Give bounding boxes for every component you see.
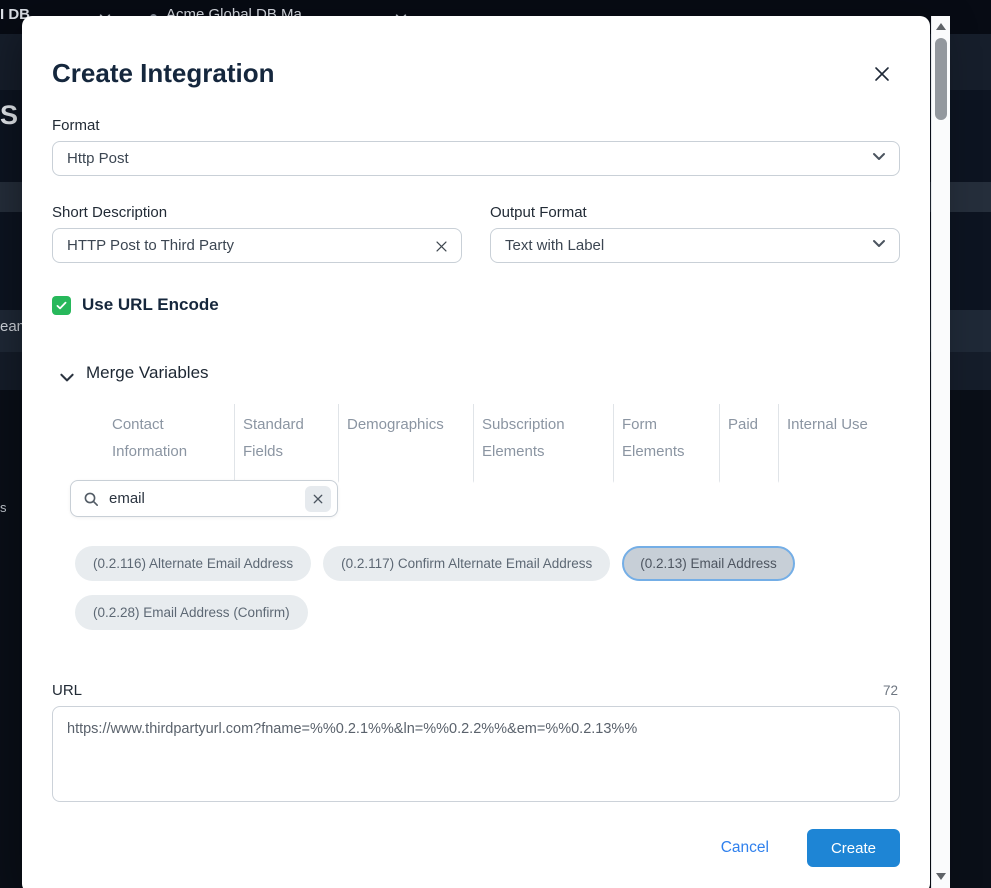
url-label: URL — [52, 682, 82, 699]
short-description-input[interactable] — [53, 237, 461, 254]
background-text-fragment: s — [0, 500, 7, 515]
chip-email-address-confirm[interactable]: (0.2.28) Email Address (Confirm) — [75, 595, 308, 630]
create-button[interactable]: Create — [807, 829, 900, 867]
scroll-down-arrow-icon[interactable] — [932, 868, 950, 884]
tab-subscription-elements[interactable]: Subscription Elements — [474, 404, 614, 483]
clear-icon[interactable] — [431, 236, 451, 256]
cancel-button[interactable]: Cancel — [721, 839, 769, 857]
screen: I DB Acme Global DB Ma S eam s Create In… — [0, 0, 991, 888]
chevron-down-icon — [871, 235, 887, 256]
format-label: Format — [52, 117, 100, 134]
output-format-select-value: Text with Label — [505, 237, 604, 254]
modal-actions: Cancel Create — [721, 828, 900, 868]
chip-alternate-email-address[interactable]: (0.2.116) Alternate Email Address — [75, 546, 311, 581]
url-textarea[interactable]: https://www.thirdpartyurl.com?fname=%%0.… — [52, 706, 900, 802]
url-char-count: 72 — [883, 683, 898, 698]
merge-variable-chips: (0.2.116) Alternate Email Address (0.2.1… — [75, 546, 855, 630]
format-select-value: Http Post — [67, 150, 129, 167]
tab-demographics[interactable]: Demographics — [339, 404, 474, 483]
tab-label: Internal Use — [787, 416, 868, 433]
search-clear-icon[interactable] — [305, 486, 331, 512]
use-url-encode-label: Use URL Encode — [82, 295, 219, 315]
chevron-down-icon — [871, 148, 887, 169]
scroll-up-arrow-icon[interactable] — [932, 18, 950, 34]
output-format-label: Output Format — [490, 204, 587, 221]
check-icon — [55, 299, 68, 312]
merge-variable-search — [70, 480, 338, 517]
tab-label: Subscription Elements — [482, 416, 565, 460]
search-input[interactable] — [71, 481, 337, 516]
tab-label: Paid — [728, 416, 758, 433]
merge-variables-collapse-chevron-icon[interactable] — [58, 368, 76, 391]
tab-label: Standard Fields — [243, 416, 304, 460]
create-integration-modal: Create Integration Format Http Post Shor… — [22, 16, 930, 888]
modal-title: Create Integration — [52, 58, 275, 89]
tab-paid[interactable]: Paid — [720, 404, 779, 483]
background-text-fragment: S — [0, 100, 18, 131]
use-url-encode-checkbox[interactable] — [52, 296, 71, 315]
tab-contact-information[interactable]: Contact Information — [104, 404, 235, 483]
tab-label: Demographics — [347, 416, 444, 433]
format-select[interactable]: Http Post — [52, 141, 900, 176]
output-format-select[interactable]: Text with Label — [490, 228, 900, 263]
search-icon — [83, 491, 99, 512]
chip-confirm-alternate-email-address[interactable]: (0.2.117) Confirm Alternate Email Addres… — [323, 546, 610, 581]
scrollbar-thumb[interactable] — [935, 38, 947, 120]
short-description-label: Short Description — [52, 204, 167, 221]
vertical-scrollbar — [931, 16, 950, 888]
merge-variables-tabs: Contact Information Standard Fields Demo… — [104, 404, 894, 483]
tab-label: Form Elements — [622, 416, 685, 460]
short-description-field-wrap — [52, 228, 462, 263]
tab-form-elements[interactable]: Form Elements — [614, 404, 720, 483]
tab-internal-use[interactable]: Internal Use — [779, 404, 886, 483]
tab-standard-fields[interactable]: Standard Fields — [235, 404, 339, 483]
chip-email-address[interactable]: (0.2.13) Email Address — [622, 546, 795, 581]
close-icon[interactable] — [868, 60, 896, 88]
tab-label: Contact Information — [112, 416, 187, 460]
merge-variables-label: Merge Variables — [86, 363, 209, 383]
